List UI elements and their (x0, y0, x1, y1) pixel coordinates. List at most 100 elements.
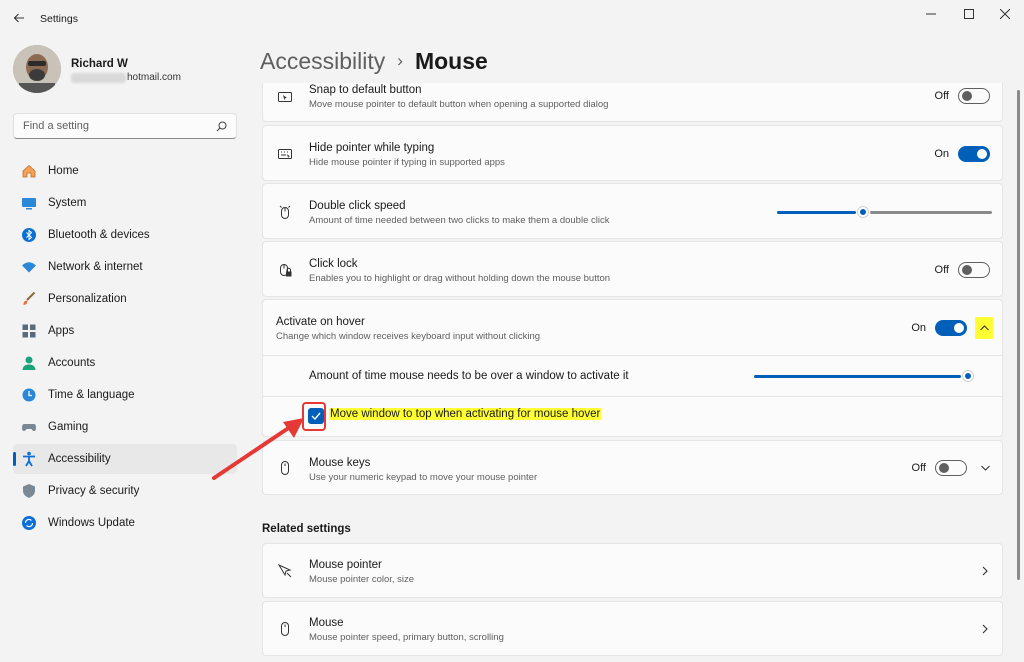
sidebar-item-label: Accessibility (48, 453, 111, 465)
mouse-keys-toggle[interactable] (935, 460, 967, 476)
setting-title: Mouse pointer (309, 559, 382, 571)
setting-title: Double click speed (309, 200, 406, 212)
setting-hide-pointer: Hide pointer while typing Hide mouse poi… (262, 125, 1003, 181)
hover-time-label: Amount of time mouse needs to be over a … (309, 370, 629, 382)
toggle-state-label: Off (934, 264, 949, 276)
toggle-state-label: Off (911, 462, 926, 474)
snap-pointer-icon (276, 88, 294, 106)
sidebar-item-gaming[interactable]: Gaming (13, 412, 237, 442)
sidebar-item-label: Network & internet (48, 261, 143, 273)
sidebar-item-apps[interactable]: Apps (13, 316, 237, 346)
setting-description: Move mouse pointer to default button whe… (309, 99, 609, 110)
setting-description: Change which window receives keyboard in… (276, 331, 541, 342)
setting-title: Snap to default button (309, 84, 422, 96)
back-arrow-icon (13, 13, 24, 23)
hide-pointer-toggle[interactable] (958, 146, 990, 162)
slider-thumb[interactable] (857, 206, 869, 218)
sidebar-item-privacy[interactable]: Privacy & security (13, 476, 237, 506)
breadcrumb: Accessibility › Mouse (260, 44, 488, 78)
minimize-icon (926, 13, 936, 15)
annotation-arrow (212, 418, 304, 480)
sidebar-item-time-language[interactable]: Time & language (13, 380, 237, 410)
update-icon (20, 514, 38, 532)
slider-thumb[interactable] (962, 370, 974, 382)
search-box[interactable]: Find a setting (13, 113, 237, 139)
accessibility-icon (20, 450, 38, 468)
active-indicator (13, 452, 16, 466)
brush-icon (20, 290, 38, 308)
click-lock-toggle[interactable] (958, 262, 990, 278)
account-icon (20, 354, 38, 372)
close-button[interactable] (982, 0, 1024, 28)
sidebar-item-label: Windows Update (48, 517, 135, 529)
setting-mouse-keys: Mouse keys Use your numeric keypad to mo… (262, 440, 1003, 495)
slider-fill (777, 211, 856, 214)
divider (263, 396, 1002, 397)
home-icon (20, 162, 38, 180)
chevron-up-icon (979, 325, 989, 331)
setting-description: Enables you to highlight or drag without… (309, 273, 611, 284)
related-mouse[interactable]: Mouse Mouse pointer speed, primary butto… (262, 601, 1003, 656)
double-click-slider[interactable] (777, 205, 992, 219)
move-to-top-checkbox[interactable] (308, 408, 324, 424)
back-button[interactable] (8, 8, 30, 28)
setting-description: Hide mouse pointer if typing in supporte… (309, 157, 505, 168)
shield-icon (20, 482, 38, 500)
setting-title: Click lock (309, 258, 358, 270)
page-title: Mouse (414, 47, 488, 74)
chevron-right-icon (982, 566, 988, 576)
sidebar-item-accounts[interactable]: Accounts (13, 348, 237, 378)
breadcrumb-parent[interactable]: Accessibility (260, 48, 385, 75)
setting-description: Mouse pointer color, size (309, 574, 415, 585)
user-email: hotmail.com (127, 72, 181, 83)
move-to-top-label[interactable]: Move window to top when activating for m… (329, 408, 602, 420)
clock-icon (20, 386, 38, 404)
pointer-style-icon (276, 562, 294, 580)
sidebar-item-network[interactable]: Network & internet (13, 252, 237, 282)
setting-double-click-speed: Double click speed Amount of time needed… (262, 183, 1003, 239)
apps-icon (20, 322, 38, 340)
expand-button[interactable] (978, 462, 992, 474)
sidebar-item-bluetooth[interactable]: Bluetooth & devices (13, 220, 237, 250)
setting-activate-on-hover: Activate on hover Change which window re… (262, 299, 1003, 437)
sidebar-item-label: Personalization (48, 293, 127, 305)
slider-track (870, 211, 992, 214)
sidebar-item-system[interactable]: System (13, 188, 237, 218)
checkmark-icon (311, 412, 321, 420)
sidebar-item-label: Gaming (48, 421, 89, 433)
setting-description: Mouse pointer speed, primary button, scr… (309, 632, 504, 643)
breadcrumb-chevron-icon: › (397, 51, 403, 70)
sidebar-item-home[interactable]: Home (13, 156, 237, 186)
setting-title: Hide pointer while typing (309, 142, 435, 154)
sidebar-item-label: Privacy & security (48, 485, 140, 497)
user-name: Richard W (71, 58, 128, 70)
gamepad-icon (20, 418, 38, 436)
hover-time-slider[interactable] (754, 369, 974, 383)
search-icon (216, 121, 227, 132)
sidebar-item-label: Apps (48, 325, 75, 337)
toggle-state-label: On (934, 148, 949, 160)
related-mouse-pointer[interactable]: Mouse pointer Mouse pointer color, size (262, 543, 1003, 598)
collapse-button[interactable] (975, 317, 993, 339)
avatar-photo-icon (13, 45, 61, 93)
sidebar-item-accessibility[interactable]: Accessibility (13, 444, 237, 474)
setting-title: Mouse (309, 617, 344, 629)
activate-hover-toggle[interactable] (935, 320, 967, 336)
setting-title: Mouse keys (309, 457, 371, 469)
avatar[interactable] (13, 45, 61, 93)
setting-click-lock: Click lock Enables you to highlight or d… (262, 241, 1003, 297)
slider-fill (754, 375, 961, 378)
keyboard-pointer-icon (276, 145, 294, 163)
toggle-state-label: Off (934, 90, 949, 102)
sidebar-item-personalization[interactable]: Personalization (13, 284, 237, 314)
snap-toggle[interactable] (958, 88, 990, 104)
window-title: Settings (40, 13, 78, 25)
scrollbar[interactable] (1017, 90, 1020, 580)
title-bar: Settings (0, 0, 1024, 40)
mouse-click-icon (276, 203, 294, 221)
email-blur (71, 73, 126, 83)
wifi-icon (20, 258, 38, 276)
sidebar-item-windows-update[interactable]: Windows Update (13, 508, 237, 538)
search-placeholder: Find a setting (23, 120, 90, 132)
chevron-right-icon (982, 624, 988, 634)
